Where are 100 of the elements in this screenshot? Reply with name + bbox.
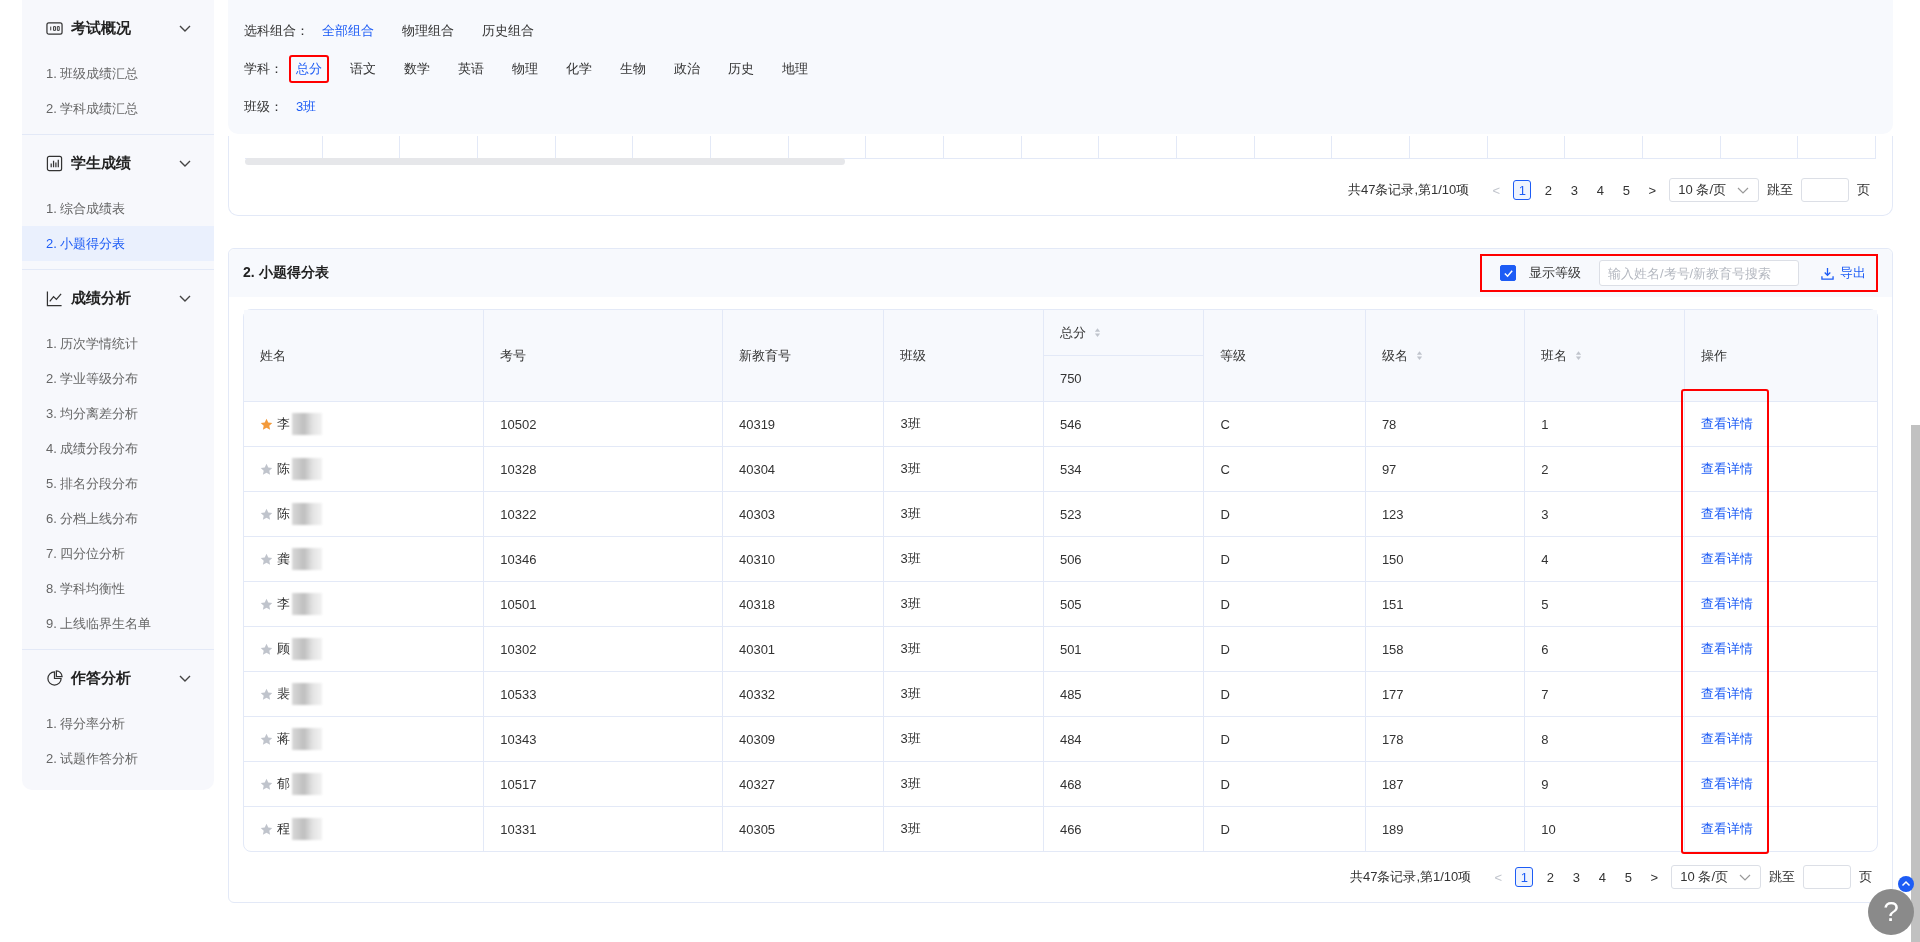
table-cell: 505 [1059,596,1082,612]
column-header: 姓名 [260,346,286,365]
scrollbar[interactable] [1911,425,1920,942]
sidebar-item[interactable]: 1. 历次学情统计 [22,326,214,361]
filter-option[interactable]: 政治 [667,55,707,83]
filter-option[interactable]: 地理 [775,55,815,83]
view-details-link[interactable]: 查看详情 [1700,641,1753,656]
column-header[interactable]: 班名 [1541,346,1568,365]
page-size-select[interactable]: 10 条/页 [1669,178,1759,202]
section-title[interactable]: 成绩分析 [71,288,170,308]
star-icon[interactable] [260,822,273,836]
column-header[interactable]: 总分 [1059,323,1086,342]
table-cell: 10328 [500,461,537,477]
table-cell: 3班 [900,596,921,611]
filter-option[interactable]: 语文 [343,55,383,83]
filter-option[interactable]: 历史 [721,55,761,83]
page-button[interactable]: 5 [1617,180,1636,200]
filter-option[interactable]: 物理 [505,55,545,83]
sort-icon[interactable] [1575,350,1583,361]
sidebar-item[interactable]: 1. 班级成绩汇总 [22,56,214,91]
table-cell: 78 [1381,416,1397,432]
star-icon[interactable] [260,507,273,521]
table-cell: 8 [1541,731,1549,747]
help-button[interactable]: ? [1868,889,1914,935]
page-button[interactable]: 4 [1591,180,1610,200]
filter-option[interactable]: 物理组合 [395,17,461,45]
column-header[interactable]: 级名 [1381,346,1408,365]
blur-mask [292,503,322,525]
table-cell: 40303 [738,506,776,522]
export-button[interactable]: 导出 [1811,264,1866,282]
page-size-select[interactable]: 10 条/页 [1671,865,1761,889]
view-details-link[interactable]: 查看详情 [1700,596,1753,611]
view-details-link[interactable]: 查看详情 [1700,461,1753,476]
page-button[interactable]: 4 [1593,867,1612,887]
checkbox-label[interactable]: 显示等级 [1529,264,1581,282]
section-title[interactable]: 考试概况 [71,18,170,38]
sidebar-item[interactable]: 6. 分档上线分布 [22,501,214,536]
filter-label: 选科组合： [244,22,309,40]
section-title[interactable]: 作答分析 [71,668,170,688]
filter-label: 班级： [244,98,283,116]
table-cell: 189 [1381,821,1404,837]
star-icon[interactable] [260,732,273,746]
view-details-link[interactable]: 查看详情 [1700,551,1753,566]
view-details-link[interactable]: 查看详情 [1700,416,1753,431]
page-button[interactable]: 3 [1565,180,1584,200]
page-button[interactable]: 2 [1539,180,1558,200]
sidebar-item[interactable]: 5. 排名分段分布 [22,466,214,501]
sort-icon[interactable] [1415,350,1423,361]
sidebar-item[interactable]: 7. 四分位分析 [22,536,214,571]
table-cell: 40332 [738,686,776,702]
filter-option[interactable]: 生物 [613,55,653,83]
filter-option[interactable]: 历史组合 [475,17,541,45]
sidebar-item[interactable]: 2. 试题作答分析 [22,741,214,776]
table-cell: 485 [1059,686,1082,702]
page-button[interactable]: 1 [1513,180,1532,200]
page-jump-field[interactable] [1803,865,1851,889]
filter-option[interactable]: 化学 [559,55,599,83]
scroll-up-icon[interactable] [1898,876,1914,892]
sidebar-item[interactable]: 8. 学科均衡性 [22,571,214,606]
sidebar-item[interactable]: 1. 得分率分析 [22,706,214,741]
view-details-link[interactable]: 查看详情 [1700,686,1753,701]
filter-option[interactable]: 3班 [289,93,324,121]
sidebar-item[interactable]: 9. 上线临界生名单 [22,606,214,641]
sidebar-item[interactable]: 2. 学科成绩汇总 [22,91,214,126]
search-field[interactable]: 输入姓名/考号/新教育号搜索 [1599,260,1799,286]
checkbox[interactable] [1500,265,1516,281]
view-details-link[interactable]: 查看详情 [1700,506,1753,521]
filter-option[interactable]: 全部组合 [315,17,381,45]
sidebar-item[interactable]: 2. 小题得分表 [22,226,214,261]
table-cell: 3班 [900,506,921,521]
section-title[interactable]: 学生成绩 [71,153,170,173]
scrollbar[interactable] [245,158,845,165]
star-icon[interactable] [260,597,273,611]
page-jump-field[interactable] [1801,178,1849,202]
page-button[interactable]: 5 [1619,867,1638,887]
view-details-link[interactable]: 查看详情 [1700,731,1753,746]
sidebar-item[interactable]: 4. 成绩分段分布 [22,431,214,466]
star-icon[interactable] [260,687,273,701]
filter-option[interactable]: 数学 [397,55,437,83]
sidebar-item[interactable]: 2. 学业等级分布 [22,361,214,396]
page-button[interactable]: 3 [1567,867,1586,887]
view-details-link[interactable]: 查看详情 [1700,776,1753,791]
sidebar-item[interactable]: 3. 均分离差分析 [22,396,214,431]
star-icon[interactable] [260,642,273,656]
star-icon[interactable] [260,552,273,566]
next-page-button[interactable]: > [1643,180,1662,200]
filter-option[interactable]: 总分 [289,55,329,83]
star-icon[interactable] [260,462,273,476]
sort-icon[interactable] [1093,327,1101,338]
table-cell: 501 [1059,641,1082,657]
view-details-link[interactable]: 查看详情 [1700,821,1753,836]
page-button[interactable]: 1 [1515,867,1534,887]
next-page-button[interactable]: > [1645,867,1664,887]
jump-label: 跳至 [1767,181,1793,199]
filter-option[interactable]: 英语 [451,55,491,83]
star-icon[interactable] [260,417,273,431]
table-cell: 123 [1381,506,1404,522]
sidebar-item[interactable]: 1. 综合成绩表 [22,191,214,226]
page-button[interactable]: 2 [1541,867,1560,887]
star-icon[interactable] [260,777,273,791]
